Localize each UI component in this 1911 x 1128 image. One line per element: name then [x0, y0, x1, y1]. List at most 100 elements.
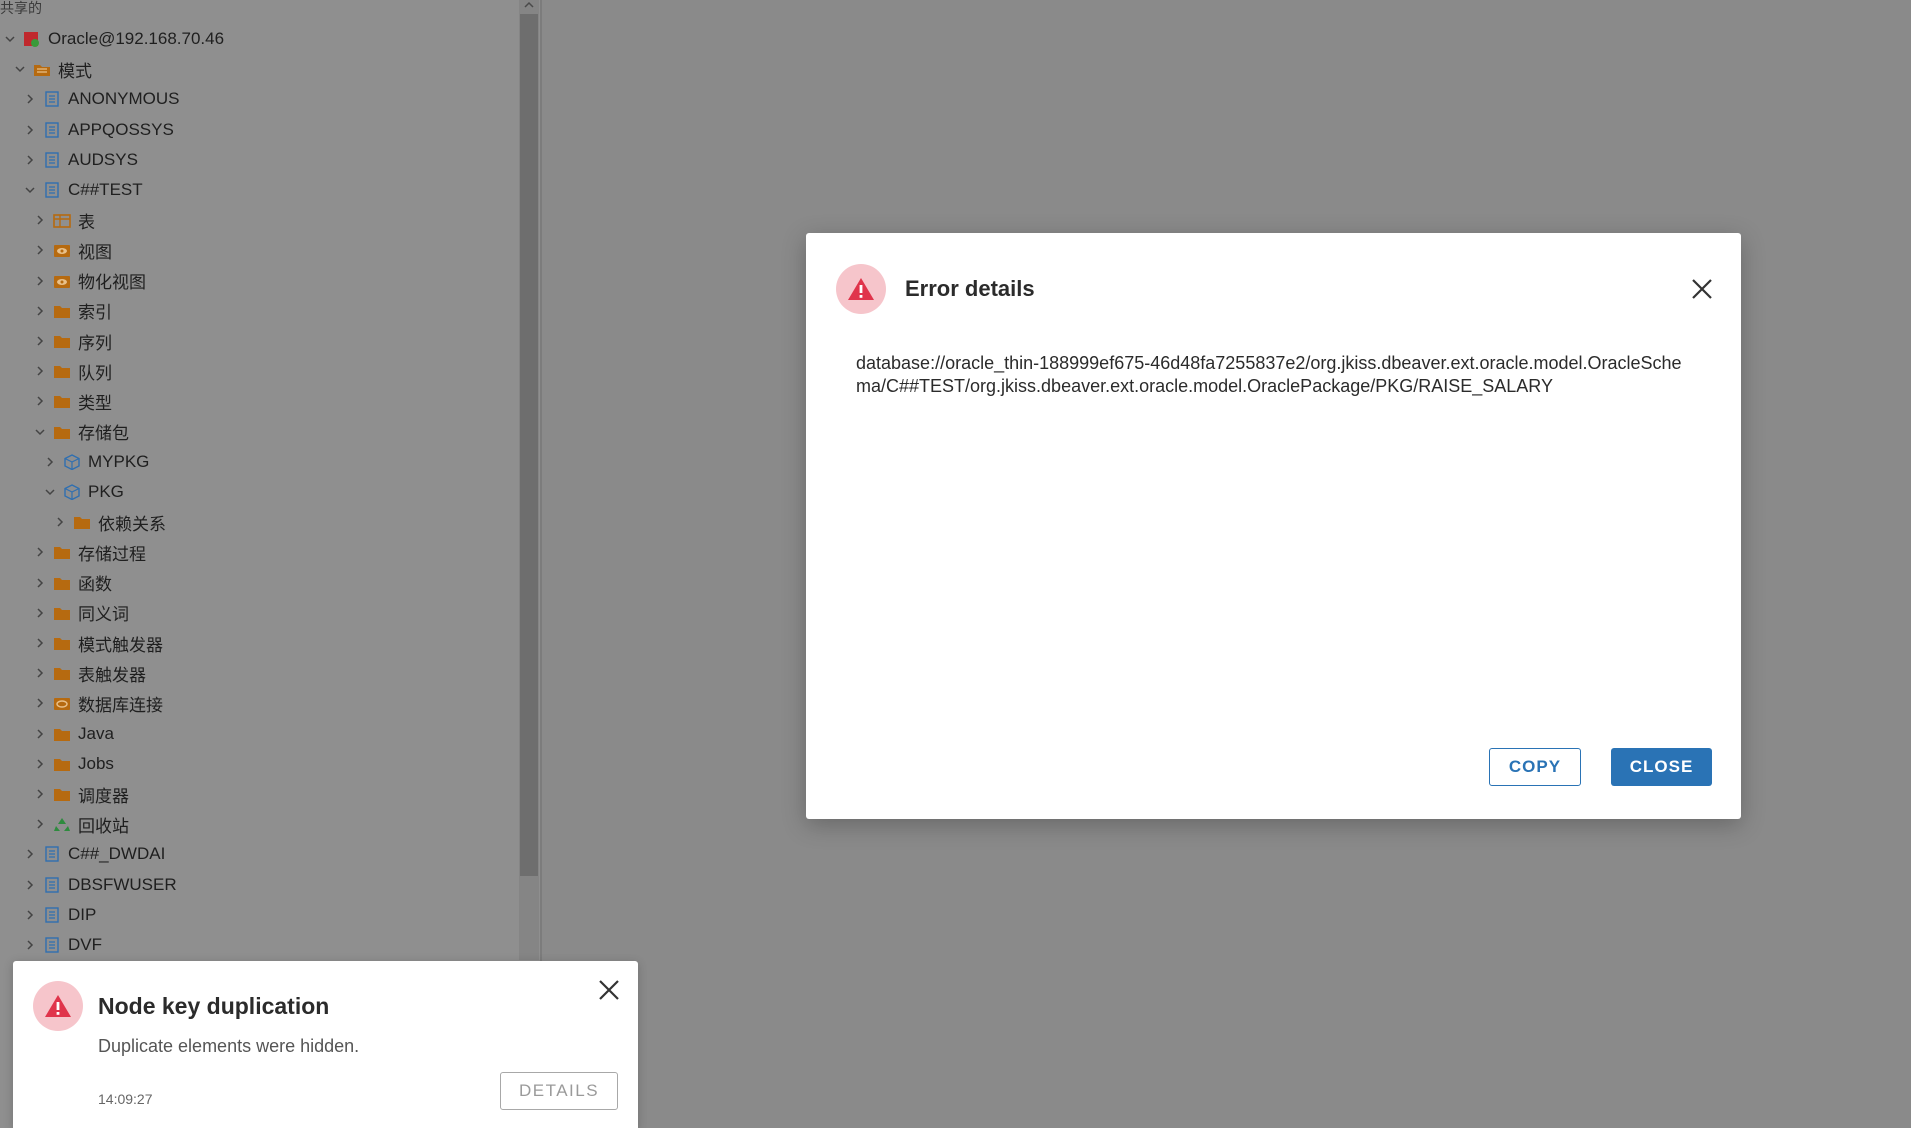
tree-item[interactable]: 索引: [32, 296, 112, 326]
chevron-right-icon[interactable]: [32, 544, 48, 560]
tree-item[interactable]: AUDSYS: [22, 145, 138, 175]
tree-item-label: Jobs: [78, 753, 114, 773]
chevron-right-icon[interactable]: [32, 605, 48, 621]
toast-message: Duplicate elements were hidden.: [98, 1036, 360, 1056]
tree-item-label: DBSFWUSER: [68, 874, 177, 894]
chevron-right-icon[interactable]: [42, 454, 58, 470]
panel-divider[interactable]: [540, 0, 542, 1128]
tree-item-label: DIP: [68, 904, 97, 924]
tree-item[interactable]: C##_DWDAI: [22, 839, 165, 869]
tree-item-label: MYPKG: [88, 451, 150, 471]
chevron-down-icon[interactable]: [42, 484, 58, 500]
tree-item-label: 视图: [78, 242, 112, 262]
chevron-right-icon[interactable]: [32, 303, 48, 319]
tree-item-label: Oracle@192.168.70.46: [48, 29, 225, 48]
error-details-dialog: Error details database://oracle_thin-188…: [806, 233, 1741, 819]
tree-item[interactable]: MYPKG: [42, 447, 149, 477]
chevron-right-icon[interactable]: [22, 907, 38, 923]
tree-item[interactable]: 存储过程: [32, 537, 146, 567]
chevron-down-icon[interactable]: [32, 424, 48, 440]
tree-item[interactable]: 依赖关系: [52, 507, 166, 537]
tree-item[interactable]: 物化视图: [32, 266, 146, 296]
schema-icon: [42, 845, 62, 863]
tree-item-label: 队列: [78, 363, 112, 383]
tree-item[interactable]: 函数: [32, 568, 112, 598]
tree-item-label: 调度器: [78, 786, 129, 806]
schema-icon: [42, 906, 62, 924]
chevron-right-icon[interactable]: [32, 665, 48, 681]
chevron-right-icon[interactable]: [32, 726, 48, 742]
warning-icon: [848, 278, 874, 300]
tree-item[interactable]: 队列: [32, 356, 112, 386]
tree-item[interactable]: 回收站: [32, 809, 129, 839]
chevron-right-icon[interactable]: [32, 756, 48, 772]
tree-item[interactable]: 模式触发器: [32, 628, 163, 658]
tree-item[interactable]: PKG: [42, 477, 124, 507]
close-icon[interactable]: [596, 977, 622, 1003]
view-folder-icon: [52, 272, 72, 290]
tree-item[interactable]: APPQOSSYS: [22, 115, 174, 145]
chevron-right-icon[interactable]: [32, 273, 48, 289]
chevron-down-icon[interactable]: [22, 182, 38, 198]
tree-item[interactable]: 模式: [12, 54, 92, 84]
chevron-right-icon[interactable]: [32, 212, 48, 228]
tree-item-label: 依赖关系: [98, 514, 166, 534]
chevron-down-icon[interactable]: [2, 31, 18, 47]
folder-icon: [52, 725, 72, 743]
folder-icon: [52, 664, 72, 682]
tree-item[interactable]: 序列: [32, 326, 112, 356]
tree-item-label: 回收站: [78, 816, 129, 836]
chevron-right-icon[interactable]: [22, 152, 38, 168]
chevron-right-icon[interactable]: [32, 393, 48, 409]
chevron-right-icon[interactable]: [22, 937, 38, 953]
chevron-right-icon[interactable]: [32, 816, 48, 832]
tree-item-label: 类型: [78, 393, 112, 413]
chevron-right-icon[interactable]: [22, 877, 38, 893]
tree-item-label: ANONYMOUS: [68, 89, 180, 109]
tree-item-label: 存储过程: [78, 544, 146, 564]
close-button[interactable]: CLOSE: [1611, 748, 1712, 786]
tree-item[interactable]: DVF: [22, 930, 102, 960]
chevron-right-icon[interactable]: [22, 122, 38, 138]
tree-item[interactable]: 类型: [32, 386, 112, 416]
details-button[interactable]: DETAILS: [500, 1072, 618, 1110]
tree-item[interactable]: DIP: [22, 900, 96, 930]
tree-item[interactable]: C##TEST: [22, 175, 143, 205]
chevron-down-icon[interactable]: [12, 61, 28, 77]
chevron-right-icon[interactable]: [22, 846, 38, 862]
warning-icon: [45, 995, 71, 1017]
oracle-connection-icon: [22, 30, 42, 48]
tree-item[interactable]: 数据库连接: [32, 688, 163, 718]
copy-button[interactable]: COPY: [1489, 748, 1581, 786]
folder-icon: [52, 574, 72, 592]
tree-item[interactable]: 视图: [32, 235, 112, 265]
chevron-right-icon[interactable]: [32, 242, 48, 258]
notification-toast: Node key duplication Duplicate elements …: [13, 961, 638, 1128]
tree-item[interactable]: Jobs: [32, 749, 114, 779]
tree-item[interactable]: ANONYMOUS: [22, 84, 179, 114]
chevron-right-icon[interactable]: [22, 91, 38, 107]
chevron-right-icon[interactable]: [32, 695, 48, 711]
tree-item[interactable]: 表: [32, 205, 95, 235]
chevron-right-icon[interactable]: [32, 363, 48, 379]
tree-item[interactable]: 同义词: [32, 598, 129, 628]
tree-item[interactable]: Java: [32, 719, 114, 749]
folder-icon: [72, 513, 92, 531]
schema-icon: [42, 876, 62, 894]
link-folder-icon: [52, 694, 72, 712]
close-icon[interactable]: [1689, 276, 1715, 302]
tree-item[interactable]: DBSFWUSER: [22, 870, 177, 900]
scroll-up-icon[interactable]: [523, 0, 535, 10]
chevron-right-icon[interactable]: [52, 514, 68, 530]
chevron-right-icon[interactable]: [32, 575, 48, 591]
tree-item[interactable]: 表触发器: [32, 658, 146, 688]
error-message: database://oracle_thin-188999ef675-46d48…: [856, 353, 1682, 396]
tree-item[interactable]: 调度器: [32, 779, 129, 809]
scrollbar-thumb[interactable]: [520, 14, 538, 876]
tree-item[interactable]: Oracle@192.168.70.46: [2, 24, 224, 54]
tree-item[interactable]: 存储包: [32, 417, 129, 447]
toast-timestamp: 14:09:27: [98, 1091, 153, 1107]
chevron-right-icon[interactable]: [32, 786, 48, 802]
chevron-right-icon[interactable]: [32, 635, 48, 651]
chevron-right-icon[interactable]: [32, 333, 48, 349]
